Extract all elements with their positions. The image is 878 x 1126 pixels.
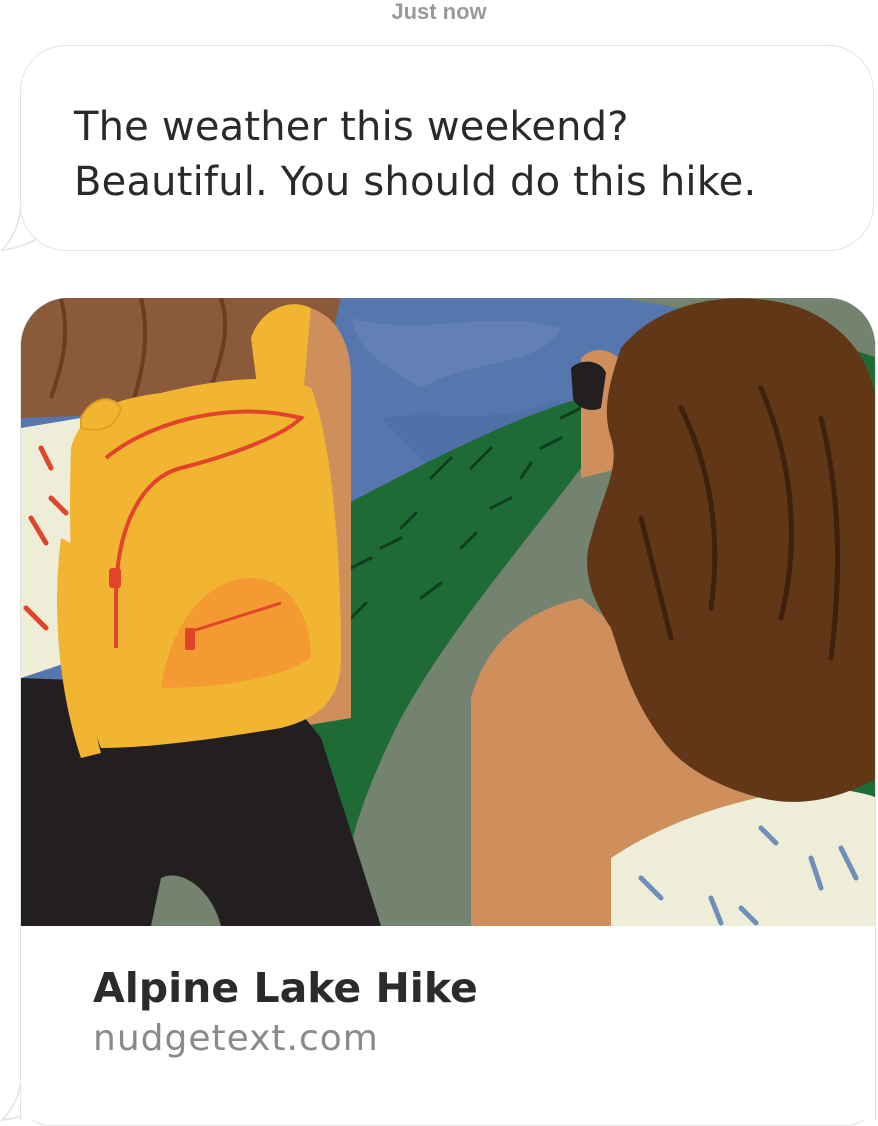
message-line: The weather this weekend? xyxy=(74,104,629,150)
backpack xyxy=(70,378,342,748)
link-title[interactable]: Alpine Lake Hike xyxy=(93,962,478,1014)
message-line: Beautiful. You should do this hike. xyxy=(74,159,757,205)
hikers-illustration[interactable] xyxy=(21,298,876,926)
message-timestamp: Just now xyxy=(391,0,487,24)
link-domain[interactable]: nudgetext.com xyxy=(93,1016,379,1062)
link-preview-card[interactable]: Alpine Lake Hike nudgetext.com xyxy=(20,298,876,1120)
sunglasses-icon xyxy=(571,361,606,410)
message-text: The weather this weekend? Beautiful. You… xyxy=(74,100,834,210)
